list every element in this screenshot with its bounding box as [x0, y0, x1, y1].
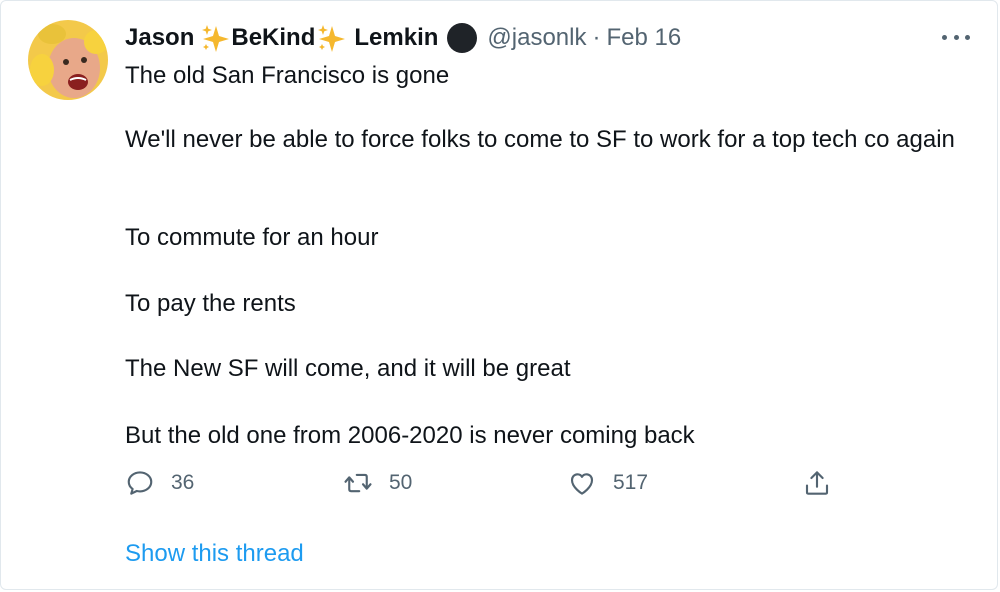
- more-dots-icon: [953, 34, 959, 40]
- tweet-card: Jason BeKind Lemkin @jasonlk · Feb 16 Th…: [0, 0, 998, 590]
- sparkles-icon: [202, 25, 230, 52]
- author-name-middle: BeKind: [231, 24, 316, 51]
- heart-icon: [570, 473, 594, 495]
- speech-bubble-icon: [127, 471, 153, 495]
- show-thread-link[interactable]: Show this thread: [125, 537, 304, 571]
- author-name[interactable]: Jason BeKind Lemkin: [125, 21, 438, 55]
- like-count: 517: [613, 471, 649, 494]
- tweet-paragraph: The old San Francisco is gone: [125, 62, 450, 89]
- retweet-icon: [344, 473, 372, 493]
- reply-count: 36: [171, 471, 195, 494]
- tweet-header: Jason BeKind Lemkin @jasonlk · Feb 16: [125, 21, 681, 55]
- retweet-button[interactable]: 50: [343, 463, 412, 503]
- separator-dot: ·: [592, 24, 601, 51]
- tweet-actions: 36 50 517: [125, 463, 845, 503]
- more-options-button[interactable]: [942, 25, 970, 49]
- tweet-paragraph: To commute for an hour: [125, 224, 379, 251]
- black-circle-emoji-icon: [447, 23, 478, 53]
- avatar[interactable]: [28, 20, 108, 100]
- tweet-date[interactable]: Feb 16: [606, 21, 681, 55]
- author-name-first: Jason: [125, 24, 195, 51]
- like-button[interactable]: 517: [567, 463, 648, 503]
- tweet-paragraph: The New SF will come, and it will be gre…: [125, 355, 571, 382]
- tweet-paragraph: But the old one from 2006-2020 is never …: [125, 422, 695, 449]
- author-handle[interactable]: @jasonlk: [487, 21, 586, 55]
- more-dots-icon: [942, 34, 947, 40]
- share-icon: [805, 471, 829, 495]
- tweet-paragraph: To pay the rents: [125, 290, 296, 317]
- sparkles-icon: [318, 25, 346, 52]
- share-button[interactable]: [802, 463, 832, 503]
- retweet-count: 50: [389, 471, 413, 494]
- more-dots-icon: [965, 34, 970, 40]
- tweet-paragraph: We'll never be able to force folks to co…: [125, 126, 955, 153]
- avatar-image: [28, 20, 108, 100]
- author-name-last: Lemkin: [354, 24, 439, 51]
- reply-button[interactable]: 36: [125, 463, 194, 503]
